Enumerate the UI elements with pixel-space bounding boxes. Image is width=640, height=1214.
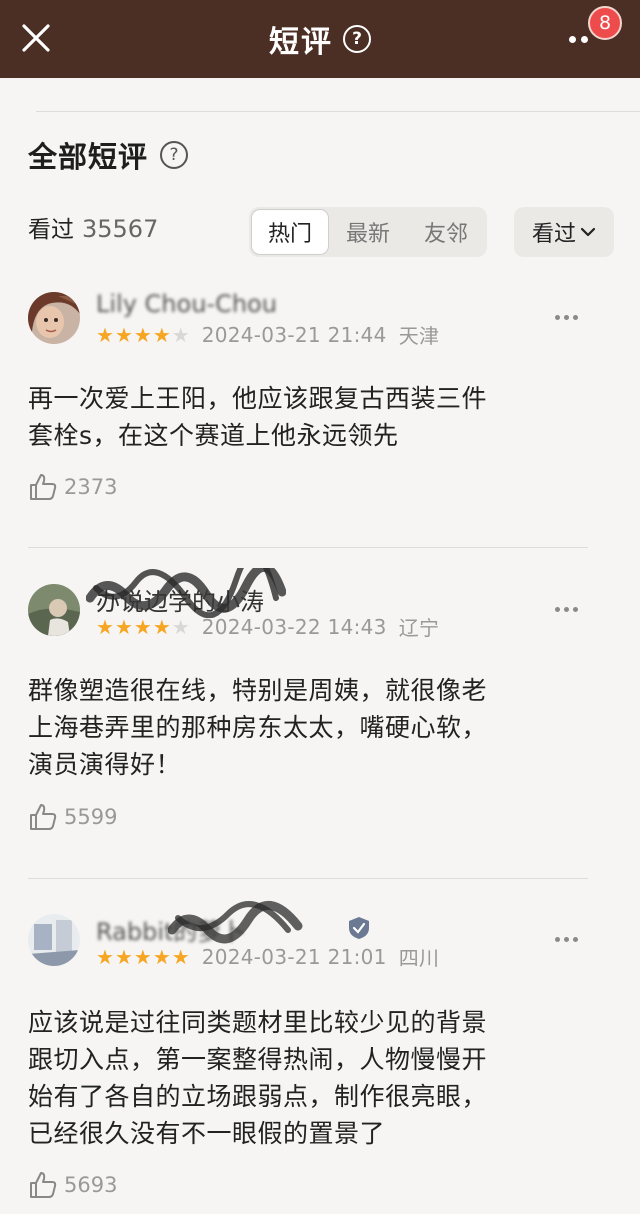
star-filled-icon: ★ bbox=[96, 944, 114, 969]
help-icon[interactable]: ? bbox=[160, 141, 189, 169]
review-location: 四川 bbox=[398, 946, 440, 970]
top-bar: 短评 ? 8 bbox=[0, 0, 640, 78]
verified-icon bbox=[349, 917, 369, 939]
review-text-line: 再一次爱上王阳，他应该跟复古西装三件 bbox=[28, 384, 488, 413]
star-filled-icon: ★ bbox=[152, 944, 171, 969]
star-filled-icon: ★ bbox=[152, 322, 171, 347]
like-button[interactable]: 2373 bbox=[28, 472, 117, 502]
divider bbox=[28, 547, 588, 548]
thumbs-up-icon bbox=[30, 474, 57, 500]
more-dot-icon bbox=[554, 606, 560, 612]
star-filled-icon: ★ bbox=[133, 614, 152, 639]
more-dot-icon bbox=[580, 35, 588, 43]
watched-count-label: 看过 bbox=[28, 217, 74, 243]
star-filled-icon: ★ bbox=[171, 944, 190, 969]
review-location: 天津 bbox=[398, 324, 440, 348]
more-dot-icon bbox=[572, 314, 578, 320]
more-dot-icon bbox=[563, 314, 569, 320]
review-item: 办说边学的小涛 ★ ★ ★ ★ ★ 2024-03-22 14:43 辽宁 群像塑造很在… bbox=[28, 568, 588, 844]
page-title: 短评 bbox=[269, 25, 333, 60]
rating-stars: ★ ★ ★ ★ ★ bbox=[96, 617, 190, 637]
review-meta: ★ ★ ★ ★ ★ 2024-03-21 21:44 天津 bbox=[96, 320, 439, 349]
review-item: Lily Chou-Chou ★ ★ ★ ★ ★ 2024-03-21 21:44 天津… bbox=[28, 290, 588, 512]
like-count: 5599 bbox=[64, 805, 118, 829]
like-button[interactable]: 5599 bbox=[28, 802, 117, 832]
review-date: 2024-03-21 21:01 bbox=[201, 944, 387, 969]
review-text-line: 已经很久没有不一眼假的置景了 bbox=[28, 1119, 386, 1148]
tab-latest[interactable]: 最新 bbox=[329, 209, 407, 255]
avatar[interactable] bbox=[28, 584, 80, 636]
star-filled-icon: ★ bbox=[114, 614, 133, 639]
star-filled-icon: ★ bbox=[114, 322, 133, 347]
review-text-line: 套栓s，在这个赛道上他永远领先 bbox=[28, 421, 399, 450]
sort-tabs: 热门 最新 友邻 bbox=[249, 207, 487, 257]
section-header: 全部短评 ? bbox=[28, 134, 189, 176]
review-text: 应该说是过往同类题材里比较少见的背景 跟切入点，第一案整得热闹，人物慢慢开 始有… bbox=[28, 1004, 576, 1152]
user-name[interactable]: Lily Chou-Chou bbox=[96, 290, 277, 318]
watched-count-value: 35567 bbox=[82, 215, 159, 243]
review-more-button[interactable] bbox=[544, 926, 588, 952]
thumbs-up-icon bbox=[30, 1172, 57, 1198]
filter-label: 看过 bbox=[531, 222, 576, 247]
more-dot-icon bbox=[572, 936, 578, 942]
divider bbox=[36, 111, 640, 112]
review-meta: ★ ★ ★ ★ ★ 2024-03-21 21:01 四川 bbox=[96, 942, 439, 971]
star-filled-icon: ★ bbox=[96, 614, 114, 639]
more-dot-icon bbox=[563, 606, 569, 612]
review-date: 2024-03-21 21:44 bbox=[201, 322, 387, 347]
star-filled-icon: ★ bbox=[96, 322, 114, 347]
review-text-line: 演员演得好！ bbox=[28, 750, 182, 779]
review-text: 群像塑造很在线，特别是周姨，就很像老 上海巷弄里的那种房东太太，嘴硬心软， 演员… bbox=[28, 672, 576, 783]
review-location: 辽宁 bbox=[398, 616, 440, 640]
help-icon[interactable]: ? bbox=[343, 25, 371, 53]
review-text-line: 上海巷弄里的那种房东太太，嘴硬心软， bbox=[28, 713, 488, 742]
review-text-line: 始有了各自的立场跟弱点，制作很亮眼， bbox=[28, 1082, 488, 1111]
more-dot-icon bbox=[554, 314, 560, 320]
close-button[interactable] bbox=[14, 16, 58, 60]
more-dot-icon bbox=[554, 936, 560, 942]
watch-status-filter[interactable]: 看过 bbox=[514, 207, 614, 257]
review-text-line: 跟切入点，第一案整得热闹，人物慢慢开 bbox=[28, 1045, 488, 1074]
review-more-button[interactable] bbox=[544, 304, 588, 330]
close-icon bbox=[22, 24, 50, 52]
star-filled-icon: ★ bbox=[152, 614, 171, 639]
review-text: 再一次爱上王阳，他应该跟复古西装三件 套栓s，在这个赛道上他永远领先 bbox=[28, 380, 576, 454]
review-text-line: 群像塑造很在线，特别是周姨，就很像老 bbox=[28, 676, 488, 705]
chevron-down-icon bbox=[580, 227, 596, 237]
review-date: 2024-03-22 14:43 bbox=[201, 614, 387, 639]
review-item: Rabbit的萝卜 ★ ★ ★ ★ ★ 2024-03-21 21:01 四川 应该说是… bbox=[28, 900, 588, 1214]
star-empty-icon: ★ bbox=[171, 322, 190, 347]
avatar[interactable] bbox=[28, 914, 80, 966]
review-text-line: 应该说是过往同类题材里比较少见的背景 bbox=[28, 1008, 488, 1037]
tab-friends[interactable]: 友邻 bbox=[407, 209, 485, 255]
star-filled-icon: ★ bbox=[133, 944, 152, 969]
review-more-button[interactable] bbox=[544, 596, 588, 622]
avatar[interactable] bbox=[28, 292, 80, 344]
rating-stars: ★ ★ ★ ★ ★ bbox=[96, 947, 190, 967]
more-dot-icon bbox=[572, 606, 578, 612]
review-meta: ★ ★ ★ ★ ★ 2024-03-22 14:43 辽宁 bbox=[96, 612, 439, 641]
thumbs-up-icon bbox=[30, 804, 57, 830]
like-button[interactable]: 5693 bbox=[28, 1170, 117, 1200]
more-dot-icon bbox=[563, 936, 569, 942]
like-count: 5693 bbox=[64, 1173, 118, 1197]
star-filled-icon: ★ bbox=[133, 322, 152, 347]
star-empty-icon: ★ bbox=[171, 614, 190, 639]
like-count: 2373 bbox=[64, 475, 118, 499]
tab-hot[interactable]: 热门 bbox=[251, 209, 329, 255]
watched-count: 看过 35567 bbox=[28, 210, 158, 246]
rating-stars: ★ ★ ★ ★ ★ bbox=[96, 325, 190, 345]
divider bbox=[28, 878, 588, 879]
section-title: 全部短评 bbox=[28, 140, 149, 174]
star-filled-icon: ★ bbox=[114, 944, 133, 969]
more-dot-icon bbox=[568, 35, 576, 43]
notification-badge: 8 bbox=[588, 6, 622, 40]
